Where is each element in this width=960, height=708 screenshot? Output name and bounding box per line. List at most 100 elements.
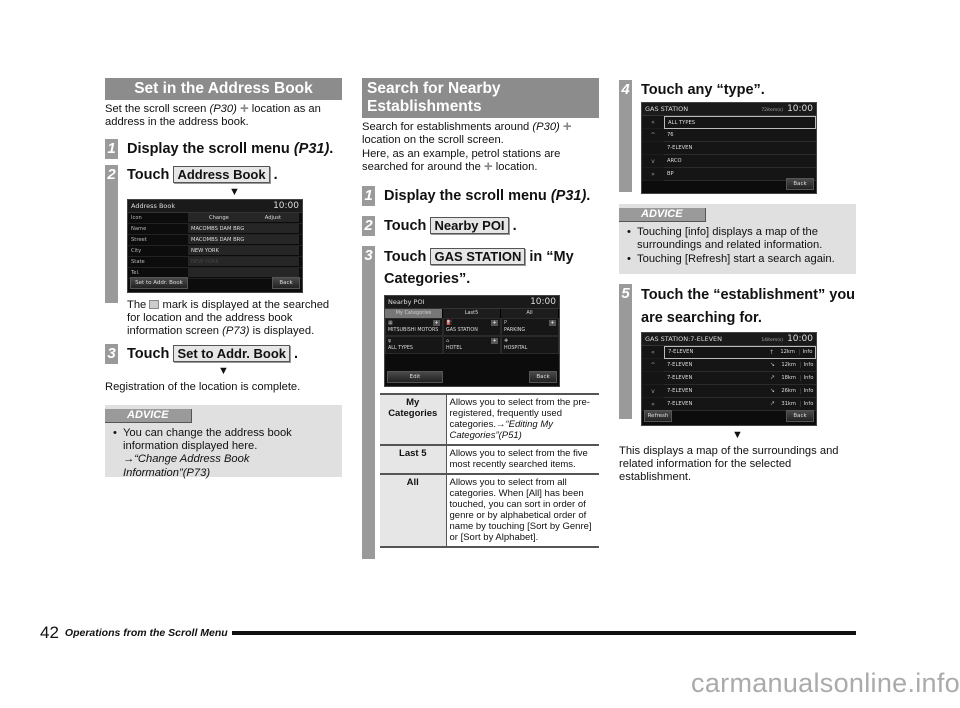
page-ref[interactable]: (P30) [209,103,236,115]
step-3: 3 Touch Set to Addr. Book . [105,344,342,365]
add-icon[interactable]: + [491,338,498,345]
scroll-down-icon[interactable]: v [642,384,664,398]
add-icon[interactable]: + [491,320,498,327]
back-button[interactable]: Back [786,409,814,422]
step-number: 1 [105,138,118,159]
advice-box: ADVICE You can change the address book i… [105,404,342,480]
cross-reference-link[interactable]: →“Change Address Book Information”(P73) [123,453,249,478]
icon-change[interactable]: Change [209,215,229,221]
list-item[interactable]: ALL TYPES [664,116,816,129]
arrow-down-icon: ▼ [218,365,229,378]
screen-title: GAS STATION:7-ELEVEN [645,334,722,343]
row-icon[interactable]: Icon Change Adjust [128,213,302,224]
back-button[interactable]: Back [272,276,300,289]
info-button[interactable]: Info [800,400,816,407]
page-ref[interactable]: (P31) [551,188,586,204]
page-up-icon[interactable]: « [642,345,664,359]
page-ref[interactable]: (P73) [222,325,249,337]
refresh-button[interactable]: Refresh [644,409,672,422]
step-1: 1 Display the scroll menu (P31). [105,138,342,159]
advice-box: ADVICE Touching [info] displays a map of… [619,204,856,274]
poi-gas-station[interactable]: ⛽ + GAS STATION [443,318,501,337]
page-up-icon[interactable]: « [642,116,664,129]
tab-all[interactable]: All [501,309,559,319]
icon-adjust[interactable]: Adjust [265,215,281,221]
page-ref[interactable]: (P31) [294,141,329,157]
info-button[interactable]: Info [800,361,816,368]
list-item[interactable]: 76 [664,129,816,142]
list-item[interactable]: 7-ELEVEN [664,142,816,155]
info-button[interactable]: Info [800,374,816,381]
scroll-up-icon[interactable]: ^ [642,358,664,372]
poi-hotel[interactable]: ⌂ + HOTEL [443,336,501,355]
poi-all-types[interactable]: ψ ALL TYPES [385,336,443,355]
type-list: ALL TYPES 76 7-ELEVEN ARCO BP [664,116,816,181]
back-button[interactable]: Back [786,178,814,190]
page-ref[interactable]: (P30) [532,121,559,133]
gas-station-type-screen: GAS STATION 72item(s) 10:00 « ^ v » ALL TY… [641,102,817,194]
section-address-book: Set in the Address Book Set the scroll s… [105,78,342,480]
nearby-poi-screen: Nearby POI 10:00 My Categories Last5 All … [384,295,560,388]
table-row: My Categories Allows you to select from … [380,393,599,446]
edit-button[interactable]: Edit [387,371,443,384]
section-nearby-establishments: Search for Nearby Establishments Search … [362,78,599,560]
hospital-icon: ✚ [504,338,509,345]
step-number: 2 [362,216,375,237]
step-2: 2 Touch Address Book . ▼ Address Book 10:… [105,164,342,339]
table-key: My Categories [380,393,447,446]
row-street[interactable]: Street MACOMBS DAM BRG [128,235,302,246]
advice-tag: ADVICE [619,208,706,222]
poi-hospital[interactable]: ✚ HOSPITAL [501,336,559,355]
scroll-down-icon[interactable]: v [642,155,664,168]
table-row: Last 5 Allows you to select from the fiv… [380,444,599,475]
screen-title: GAS STATION [645,105,689,113]
scroll-up-icon[interactable]: ^ [642,129,664,142]
direction-icon: ↘ [770,361,776,369]
advice-item: You can change the address book informat… [113,427,334,480]
nearby-poi-button-label: Nearby POI [430,217,509,235]
section-title: Search for Nearby Establishments [362,78,599,118]
result-text: Registration of the location is complete… [105,381,301,394]
scroll-controls: « ^ v » [642,116,664,181]
scroll-controls: « ^ v » [642,345,664,411]
item-count: 14item(s) [761,337,784,343]
row-city[interactable]: City NEW YORK [128,246,302,257]
tab-last5[interactable]: Last5 [443,309,501,319]
row-name[interactable]: Name MACOMBS DAM BRG [128,224,302,235]
crosshair-icon: + [562,118,572,135]
list-item[interactable]: 7-ELEVEN ↑ 12km Info [664,345,816,359]
arrow-down-icon: ▼ [229,185,240,198]
poi-mitsubishi-motors[interactable]: ▦ + MITSUBISHI MOTORS [385,318,443,337]
parking-icon: P [504,320,508,327]
hotel-icon: ⌂ [446,338,450,345]
step-3: 3 Touch GAS STATION in “My Categories”. … [362,246,599,560]
table-value: Allows you to select from the pre-regist… [446,393,599,446]
set-to-addr-book-button-label: Set to Addr. Book [173,345,291,363]
back-button[interactable]: Back [529,371,557,384]
step-5: 5 Touch the “establishment” you are sear… [619,283,856,426]
advice-tag: ADVICE [105,408,192,423]
step-number: 3 [105,344,118,365]
list-item[interactable]: ARCO [664,155,816,168]
page-number: 42 [40,623,59,642]
advice-item: Touching [info] displays a map of the su… [627,226,848,253]
list-item[interactable]: 7-ELEVEN ↘ 26km Info [664,384,816,398]
intro-text: Search for establishments around (P30) +… [362,118,572,175]
chapter-title: Operations from the Scroll Menu [64,627,228,639]
page-down-icon[interactable]: » [642,168,664,181]
info-button[interactable]: Info [800,387,816,394]
set-to-addr-book-button[interactable]: Set to Addr. Book [130,276,188,289]
add-icon[interactable]: + [433,320,440,327]
tab-my-categories[interactable]: My Categories [385,309,443,319]
add-icon[interactable]: + [549,320,556,327]
list-item[interactable]: 7-ELEVEN ↘ 12km Info [664,358,816,372]
address-mark-icon [149,299,160,309]
table-row: All Allows you to select from all catego… [380,473,599,549]
poi-parking[interactable]: P + PARKING [501,318,559,337]
section-title: Set in the Address Book [105,78,342,100]
step-number: 2 [105,164,118,303]
step-1: 1 Display the scroll menu (P31). [362,186,599,207]
list-item[interactable]: 7-ELEVEN ↗ 18km Info [664,371,816,385]
table-value: Allows you to select from the five most … [446,444,599,475]
info-button[interactable]: Info [799,349,815,356]
